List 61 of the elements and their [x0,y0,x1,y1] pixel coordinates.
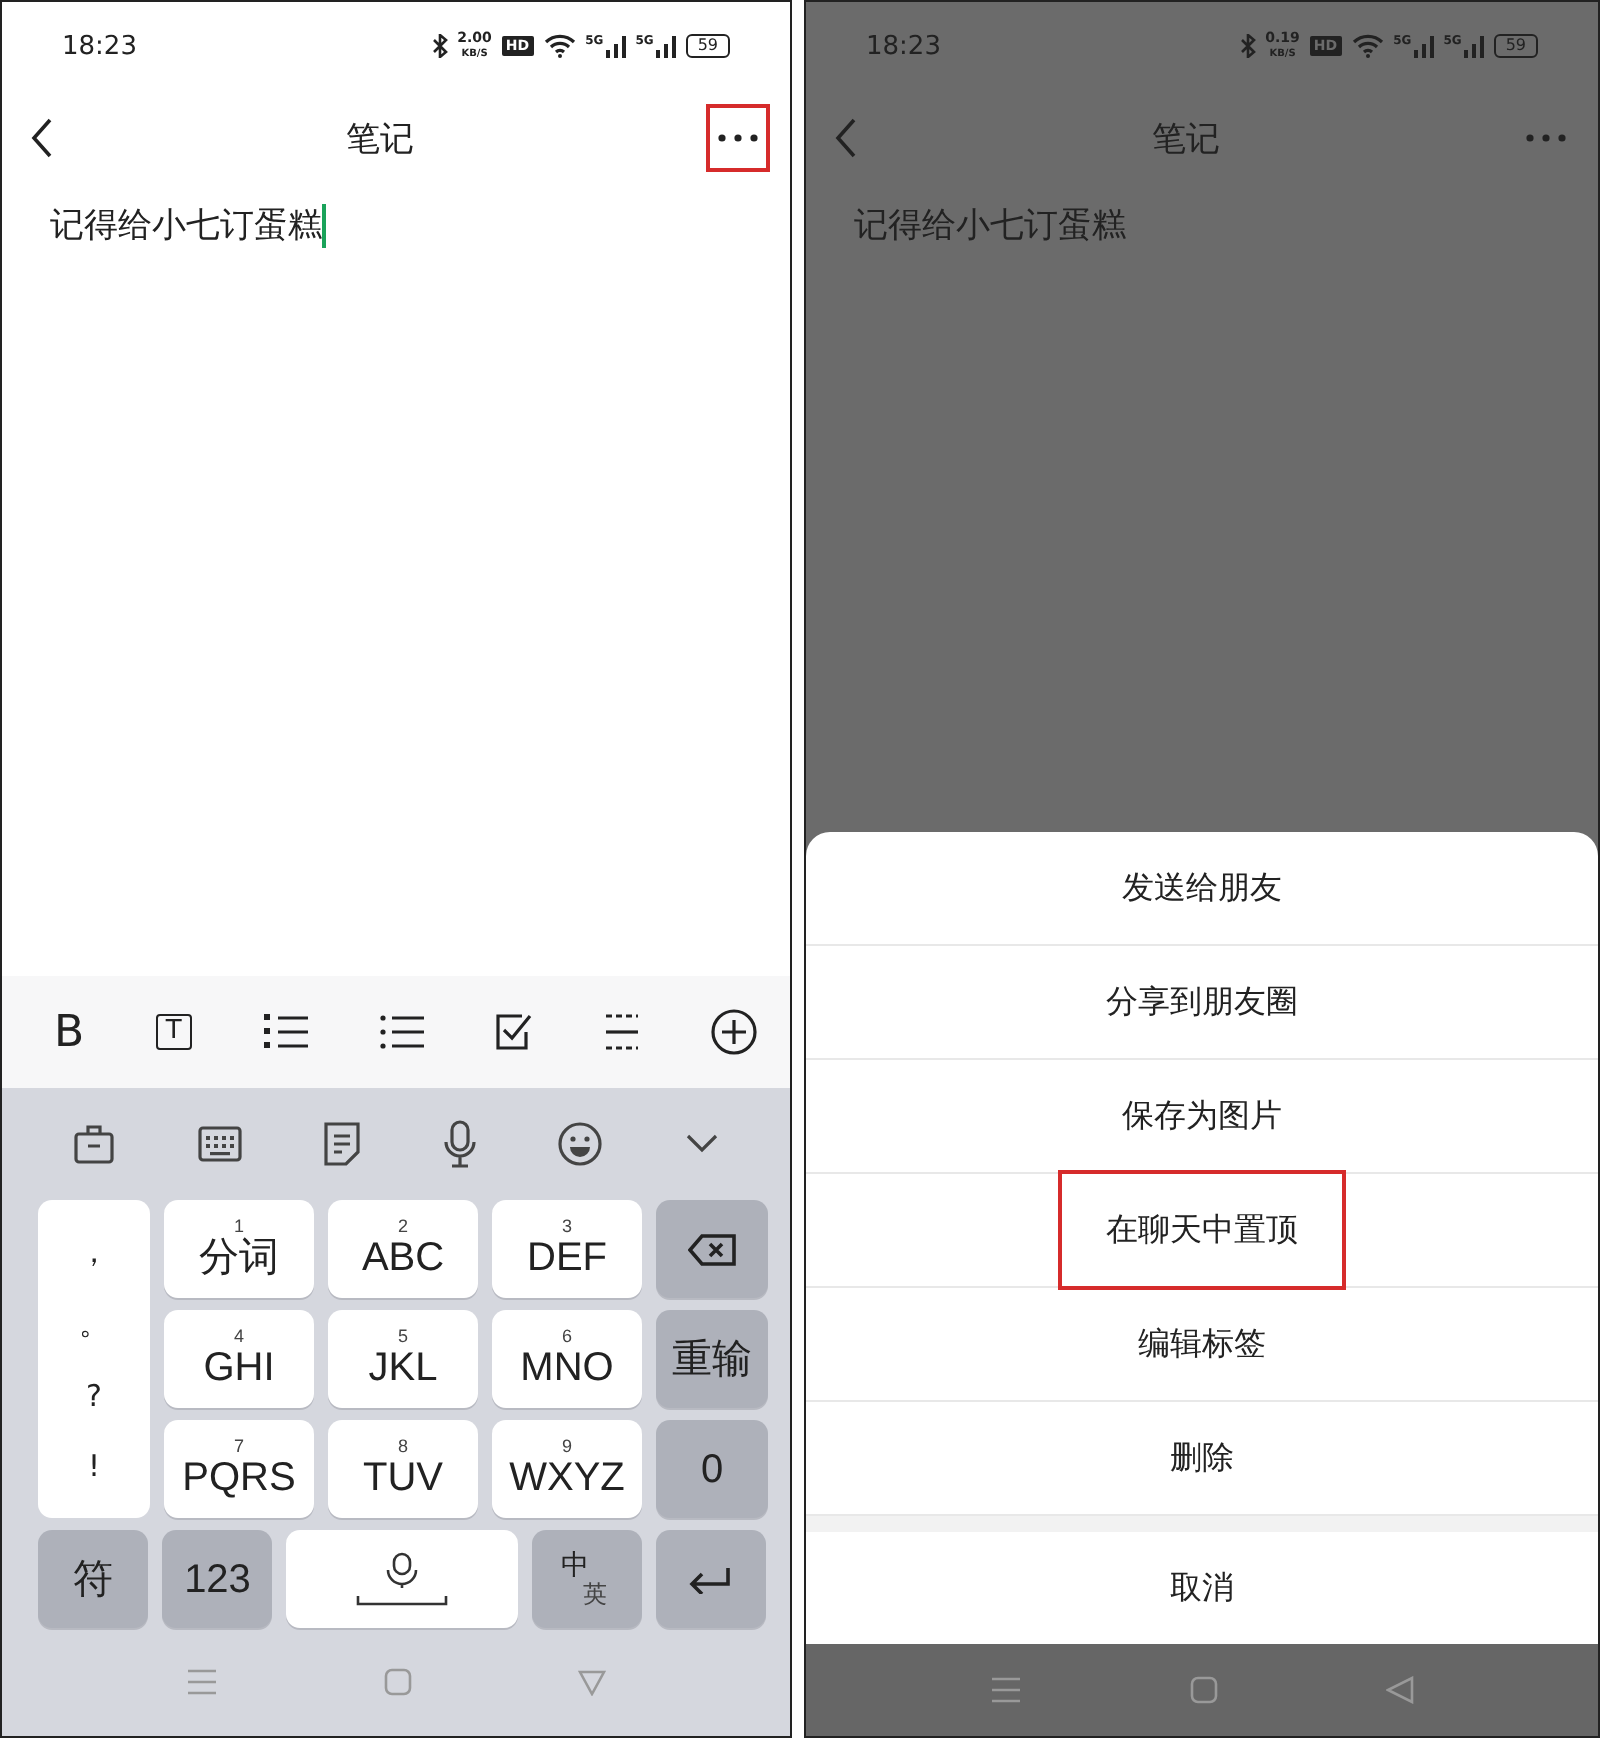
signal-icon [655,35,676,57]
language-switch-key[interactable]: 中 英 [531,1530,642,1628]
delete-key[interactable] [656,1200,768,1298]
punctuation-key[interactable]: ， 。 ? ! [38,1200,150,1518]
menu-item[interactable]: 发送给朋友 [1074,832,1330,944]
bluetooth-icon [1239,34,1256,58]
letter-key[interactable]: 1 分词 [164,1200,314,1298]
text-style-button[interactable]: T [155,1014,192,1050]
letter-key[interactable]: 9 WXYZ [492,1420,642,1518]
status-time: 18:23 [866,31,941,61]
page-title: 笔记 [1152,117,1220,161]
status-time: 18:23 [62,31,137,61]
add-icon[interactable] [709,1008,758,1056]
menu-item[interactable]: 编辑标签 [1090,1288,1314,1400]
divider-icon[interactable] [606,1012,639,1052]
keyboard-key[interactable]: 0 [656,1420,768,1518]
bulleted-list-icon[interactable] [379,1012,424,1052]
chevron-down-icon[interactable] [685,1134,718,1154]
letter-key[interactable]: 3 DEF [492,1200,642,1298]
letter-key[interactable]: 4 GHI [164,1310,314,1408]
page-title: 笔记 [346,117,414,161]
keyboard-icon[interactable] [197,1126,242,1162]
menu-item[interactable]: 删除 [1122,1402,1282,1514]
letter-key[interactable]: 7 PQRS [164,1420,314,1518]
signal-icon [605,35,626,57]
note-text[interactable]: 记得给小七订蛋糕 [50,202,322,248]
bluetooth-icon [431,34,448,58]
enter-icon [688,1565,733,1593]
checkbox-icon[interactable] [494,1012,535,1052]
keyboard-key[interactable]: 重输 [656,1310,768,1408]
backspace-icon [688,1233,736,1265]
back-icon[interactable] [30,118,54,158]
wifi-icon [1351,34,1384,58]
emoji-icon[interactable] [558,1122,603,1166]
more-icon [1526,134,1566,142]
enter-key[interactable] [655,1530,766,1628]
cancel-button[interactable]: 取消 [1122,1532,1282,1644]
space-key[interactable] [286,1530,518,1628]
signal-icon [1413,35,1434,57]
menu-item[interactable]: 保存为图片 [1074,1060,1330,1172]
battery-indicator: 59 [1493,34,1538,58]
numbers-key[interactable]: 123 [162,1530,273,1628]
microphone-icon [351,1551,452,1607]
document-icon[interactable] [324,1122,361,1166]
letter-key[interactable]: 5 JKL [328,1310,478,1408]
numbered-list-icon[interactable] [263,1012,308,1052]
letter-key[interactable]: 6 MNO [492,1310,642,1408]
more-button[interactable] [706,104,770,172]
microphone-icon[interactable] [443,1120,476,1168]
menu-item[interactable]: 在聊天中置顶 [1058,1170,1346,1290]
signal-icon [1463,35,1484,57]
letter-key[interactable]: 8 TUV [328,1420,478,1518]
more-icon [718,134,758,142]
bold-button[interactable]: B [54,1007,85,1057]
briefcase-icon[interactable] [74,1124,114,1164]
symbols-key[interactable]: 符 [38,1530,149,1628]
battery-indicator: 59 [685,34,730,58]
letter-key[interactable]: 2 ABC [328,1200,478,1298]
menu-item[interactable]: 分享到朋友圈 [1058,946,1346,1058]
wifi-icon [543,34,576,58]
note-text: 记得给小七订蛋糕 [854,204,1126,248]
